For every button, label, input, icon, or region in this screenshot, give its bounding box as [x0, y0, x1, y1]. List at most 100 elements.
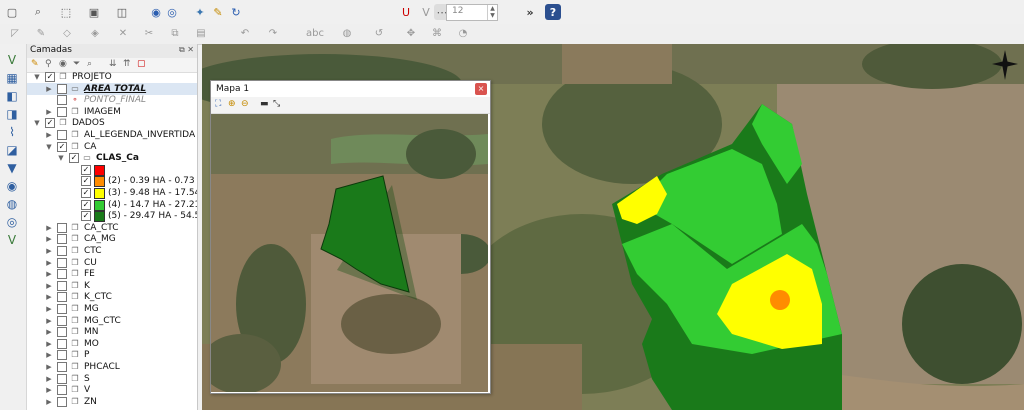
layer-tree-row[interactable]: ▶ ▭ AREA TOTAL — [27, 82, 197, 95]
expand-arrow-icon[interactable]: ▶ — [45, 106, 53, 118]
layer-tree-row[interactable]: ▶ ❐ CTC — [27, 245, 197, 257]
cut-icon[interactable]: ✂ — [142, 26, 156, 40]
identify-icon[interactable]: ▣ — [86, 4, 102, 20]
layer-tree-row[interactable]: ✓ (5) - 29.47 HA - 54.53 — [27, 210, 197, 223]
expand-arrow-icon[interactable]: ▶ — [45, 326, 53, 338]
measure-icon[interactable]: ◫ — [114, 4, 130, 20]
layer-visibility-checkbox[interactable] — [57, 292, 67, 303]
layer-tree-row[interactable]: ▶ ❐ MO — [27, 338, 197, 350]
expand-arrow-icon[interactable]: ▶ — [45, 257, 53, 269]
add-wcs-icon[interactable]: ◉ — [4, 178, 20, 194]
copy-icon[interactable]: ⧉ — [168, 26, 182, 40]
redo-icon[interactable]: ↷ — [266, 26, 280, 40]
new-layer-icon[interactable]: V — [4, 232, 20, 248]
layer-tree-row[interactable]: ▶ ❐ S — [27, 373, 197, 385]
sync-extent-icon[interactable]: ⤡ — [273, 99, 280, 109]
layer-visibility-checkbox[interactable] — [57, 234, 67, 245]
layer-visibility-checkbox[interactable] — [57, 385, 67, 396]
layer-visibility-checkbox[interactable]: ✓ — [45, 72, 55, 82]
vertex-tool-icon[interactable]: ◈ — [88, 26, 102, 40]
layer-visibility-checkbox[interactable] — [57, 327, 67, 338]
layer-tree-row[interactable]: ▶ ❐ FE — [27, 268, 197, 280]
expand-arrow-icon[interactable]: ▶ — [45, 338, 53, 350]
zoom-out-icon[interactable]: ⊖ — [241, 99, 249, 109]
layer-tree-row[interactable]: ▶ ❐ CA_CTC — [27, 222, 197, 234]
add-raster-icon[interactable]: ▦ — [4, 70, 20, 86]
layer-visibility-checkbox[interactable] — [57, 315, 67, 326]
layer-tree-row[interactable]: ▶ ❐ MN — [27, 326, 197, 338]
layer-tree-row[interactable]: ✓ (3) - 9.48 HA - 17.54 % — [27, 187, 197, 199]
layer-visibility-checkbox[interactable]: ✓ — [81, 164, 91, 175]
layer-tree-row[interactable]: ▶ ❐ CU — [27, 257, 197, 269]
panel-float-close-icon[interactable]: ⧉ ✕ — [179, 45, 194, 55]
globe-icon[interactable]: ◉ — [148, 4, 164, 20]
add-vector-icon[interactable]: V — [4, 52, 20, 68]
more-tools-button[interactable]: » — [522, 4, 538, 20]
label-icon[interactable]: abc — [306, 26, 324, 40]
layer-visibility-checkbox[interactable]: ✓ — [81, 176, 91, 187]
undo-icon[interactable]: ↶ — [238, 26, 252, 40]
expand-arrow-icon[interactable]: ▶ — [45, 280, 53, 292]
collapse-arrow-icon[interactable]: ▼ — [33, 71, 41, 83]
layer-visibility-checkbox[interactable] — [57, 257, 67, 268]
expand-arrow-icon[interactable]: ▶ — [45, 373, 53, 385]
layer-visibility-checkbox[interactable] — [57, 130, 67, 140]
layer-tree-row[interactable]: ▶ ❐ MG — [27, 303, 197, 315]
label-change-icon[interactable]: ⌘ — [430, 26, 444, 40]
new-project-icon[interactable]: ▢ — [4, 4, 20, 20]
edit-pencil-icon[interactable]: ✎ — [210, 4, 226, 20]
expand-arrow-icon[interactable]: ▶ — [45, 268, 53, 280]
layer-tree-row[interactable]: ▶ ❐ P — [27, 349, 197, 361]
delete-icon[interactable]: ✕ — [116, 26, 130, 40]
layer-visibility-checkbox[interactable] — [57, 95, 67, 106]
layer-tree-row[interactable]: ▶ ❐ V — [27, 384, 197, 396]
magnet-icon[interactable]: U — [398, 4, 414, 20]
layer-visibility-checkbox[interactable] — [57, 350, 67, 361]
zoom-in-icon[interactable]: ⊕ — [228, 99, 236, 109]
layer-tree-row[interactable]: ▶ ❐ CA_MG — [27, 233, 197, 245]
map-view-close-button[interactable]: × — [475, 83, 487, 95]
save-edits-icon[interactable]: ✎ — [34, 26, 48, 40]
toggle-edit-icon[interactable]: ◸ — [8, 26, 22, 40]
layer-visibility-checkbox[interactable] — [57, 106, 67, 117]
add-wfs-icon[interactable]: ◍ — [4, 196, 20, 212]
expand-arrow-icon[interactable]: ▶ — [45, 245, 53, 257]
filter-menu-icon[interactable]: ⌕ — [87, 59, 92, 69]
diagram-icon[interactable]: ◔ — [456, 26, 470, 40]
expand-arrow-icon[interactable]: ▶ — [45, 233, 53, 245]
python-icon[interactable]: ✦ — [192, 4, 208, 20]
expand-all-icon[interactable]: ⇊ — [109, 59, 117, 69]
spin-arrows[interactable]: ▲ ▼ — [487, 5, 497, 20]
layer-tree-row[interactable]: ✓ (2) - 0.39 HA - 0.73 % — [27, 175, 197, 188]
collapse-arrow-icon[interactable]: ▼ — [57, 152, 65, 164]
font-size-spinbox[interactable]: 12 ▲ ▼ — [446, 4, 498, 21]
layer-visibility-checkbox[interactable]: ✓ — [69, 153, 79, 164]
layer-visibility-checkbox[interactable]: ✓ — [81, 188, 91, 198]
collapse-arrow-icon[interactable]: ▼ — [33, 117, 41, 129]
add-oracle-icon[interactable]: ◪ — [4, 142, 20, 158]
add-feature-icon[interactable]: ◇ — [60, 26, 74, 40]
layer-visibility-checkbox[interactable] — [57, 373, 67, 384]
remove-layer-icon[interactable]: ▢ — [137, 59, 146, 69]
add-mssql-icon[interactable]: ⌇ — [4, 124, 20, 140]
zoom-full-icon[interactable]: ⛶ — [215, 99, 221, 109]
label-pin-icon[interactable]: ◍ — [340, 26, 354, 40]
layer-visibility-checkbox[interactable] — [57, 222, 67, 233]
expand-arrow-icon[interactable]: ▶ — [45, 349, 53, 361]
layer-visibility-checkbox[interactable] — [57, 269, 67, 280]
globe-settings-icon[interactable]: ◎ — [164, 4, 180, 20]
expand-arrow-icon[interactable]: ▶ — [45, 222, 53, 234]
zoom-icon[interactable]: ⌕ — [30, 4, 46, 20]
layer-visibility-checkbox[interactable]: ✓ — [81, 199, 91, 210]
layer-visibility-checkbox[interactable]: ✓ — [45, 118, 55, 129]
digitize-icon[interactable]: V — [418, 4, 434, 20]
paste-icon[interactable]: ▤ — [194, 26, 208, 40]
collapse-arrow-icon[interactable]: ▼ — [45, 141, 53, 153]
expand-arrow-icon[interactable]: ▶ — [45, 83, 53, 95]
view-settings-icon[interactable]: ▬ — [260, 99, 269, 109]
layer-tree-row[interactable]: ▼ ✓ ❐ CA — [27, 141, 197, 153]
layer-visibility-checkbox[interactable] — [57, 246, 67, 256]
layer-visibility-checkbox[interactable] — [57, 396, 67, 407]
map-view-canvas[interactable] — [201, 114, 491, 394]
layer-tree-row[interactable]: ✓ — [27, 164, 197, 176]
